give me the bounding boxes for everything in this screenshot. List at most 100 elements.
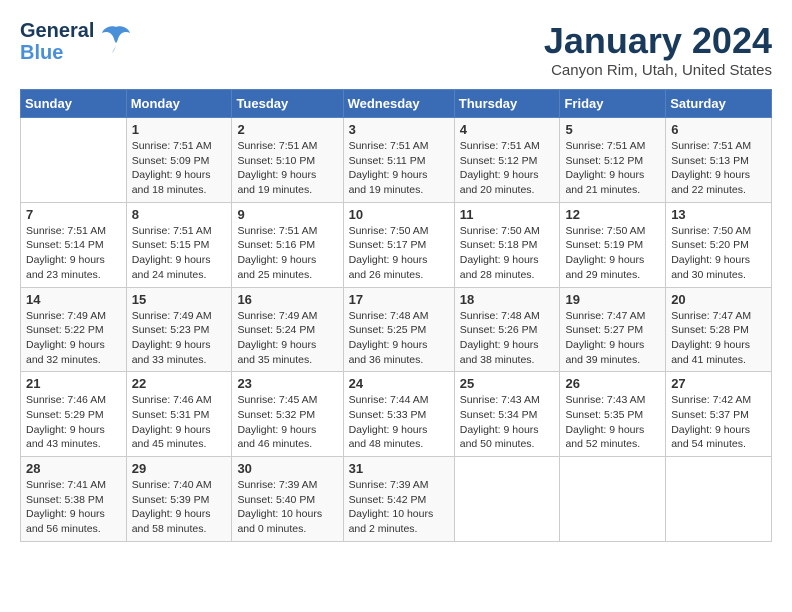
week-row-5: 28 Sunrise: 7:41 AM Sunset: 5:38 PM Dayli…: [21, 457, 772, 542]
day-info: Sunrise: 7:41 AM Sunset: 5:38 PM Dayligh…: [26, 478, 121, 537]
day-number: 2: [237, 122, 337, 137]
day-info: Sunrise: 7:42 AM Sunset: 5:37 PM Dayligh…: [671, 393, 766, 452]
day-number: 21: [26, 376, 121, 391]
day-info: Sunrise: 7:44 AM Sunset: 5:33 PM Dayligh…: [349, 393, 449, 452]
day-info: Sunrise: 7:47 AM Sunset: 5:28 PM Dayligh…: [671, 309, 766, 368]
day-info: Sunrise: 7:43 AM Sunset: 5:35 PM Dayligh…: [565, 393, 660, 452]
day-number: 12: [565, 207, 660, 222]
logo-bird-icon: [98, 19, 134, 62]
calendar-cell: 11 Sunrise: 7:50 AM Sunset: 5:18 PM Dayli…: [454, 202, 560, 287]
day-number: 27: [671, 376, 766, 391]
header-cell-wednesday: Wednesday: [343, 90, 454, 118]
day-number: 15: [132, 292, 227, 307]
day-number: 23: [237, 376, 337, 391]
day-info: Sunrise: 7:51 AM Sunset: 5:10 PM Dayligh…: [237, 139, 337, 198]
header-cell-saturday: Saturday: [666, 90, 772, 118]
day-number: 29: [132, 461, 227, 476]
calendar-cell: 7 Sunrise: 7:51 AM Sunset: 5:14 PM Daylig…: [21, 202, 127, 287]
day-number: 31: [349, 461, 449, 476]
calendar-cell: 21 Sunrise: 7:46 AM Sunset: 5:29 PM Dayli…: [21, 372, 127, 457]
title-block: January 2024 Canyon Rim, Utah, United St…: [544, 20, 772, 79]
day-info: Sunrise: 7:49 AM Sunset: 5:23 PM Dayligh…: [132, 309, 227, 368]
week-row-4: 21 Sunrise: 7:46 AM Sunset: 5:29 PM Dayli…: [21, 372, 772, 457]
day-number: 6: [671, 122, 766, 137]
day-info: Sunrise: 7:48 AM Sunset: 5:25 PM Dayligh…: [349, 309, 449, 368]
calendar-cell: 12 Sunrise: 7:50 AM Sunset: 5:19 PM Dayli…: [560, 202, 666, 287]
day-number: 11: [460, 207, 555, 222]
day-info: Sunrise: 7:50 AM Sunset: 5:20 PM Dayligh…: [671, 224, 766, 283]
calendar-subtitle: Canyon Rim, Utah, United States: [544, 62, 772, 79]
day-info: Sunrise: 7:45 AM Sunset: 5:32 PM Dayligh…: [237, 393, 337, 452]
calendar-cell: 20 Sunrise: 7:47 AM Sunset: 5:28 PM Dayli…: [666, 287, 772, 372]
day-info: Sunrise: 7:50 AM Sunset: 5:17 PM Dayligh…: [349, 224, 449, 283]
day-info: Sunrise: 7:50 AM Sunset: 5:19 PM Dayligh…: [565, 224, 660, 283]
calendar-cell: 17Sunrise: 7:48 AM Sunset: 5:25 PM Dayli…: [343, 287, 454, 372]
day-info: Sunrise: 7:47 AM Sunset: 5:27 PM Dayligh…: [565, 309, 660, 368]
header-row: SundayMondayTuesdayWednesdayThursdayFrid…: [21, 90, 772, 118]
day-info: Sunrise: 7:51 AM Sunset: 5:12 PM Dayligh…: [460, 139, 555, 198]
day-number: 28: [26, 461, 121, 476]
header-cell-sunday: Sunday: [21, 90, 127, 118]
day-number: 9: [237, 207, 337, 222]
header-cell-thursday: Thursday: [454, 90, 560, 118]
day-number: 24: [349, 376, 449, 391]
day-number: 3: [349, 122, 449, 137]
calendar-cell: 25 Sunrise: 7:43 AM Sunset: 5:34 PM Dayli…: [454, 372, 560, 457]
calendar-cell: 8Sunrise: 7:51 AM Sunset: 5:15 PM Daylig…: [126, 202, 232, 287]
calendar-cell: 4 Sunrise: 7:51 AM Sunset: 5:12 PM Daylig…: [454, 118, 560, 203]
header-cell-friday: Friday: [560, 90, 666, 118]
day-info: Sunrise: 7:40 AM Sunset: 5:39 PM Dayligh…: [132, 478, 227, 537]
calendar-cell: 10 Sunrise: 7:50 AM Sunset: 5:17 PM Dayli…: [343, 202, 454, 287]
day-number: 22: [132, 376, 227, 391]
calendar-header: SundayMondayTuesdayWednesdayThursdayFrid…: [21, 90, 772, 118]
day-info: Sunrise: 7:49 AM Sunset: 5:24 PM Dayligh…: [237, 309, 337, 368]
day-number: 13: [671, 207, 766, 222]
day-info: Sunrise: 7:51 AM Sunset: 5:11 PM Dayligh…: [349, 139, 449, 198]
day-number: 5: [565, 122, 660, 137]
day-info: Sunrise: 7:51 AM Sunset: 5:16 PM Dayligh…: [237, 224, 337, 283]
day-info: Sunrise: 7:51 AM Sunset: 5:12 PM Dayligh…: [565, 139, 660, 198]
calendar-table: SundayMondayTuesdayWednesdayThursdayFrid…: [20, 89, 772, 542]
calendar-cell: 19Sunrise: 7:47 AM Sunset: 5:27 PM Dayli…: [560, 287, 666, 372]
day-number: 20: [671, 292, 766, 307]
page-header: General Blue January 2024 Canyon Rim, Ut…: [20, 20, 772, 79]
day-number: 4: [460, 122, 555, 137]
day-number: 14: [26, 292, 121, 307]
day-info: Sunrise: 7:39 AM Sunset: 5:40 PM Dayligh…: [237, 478, 337, 537]
day-info: Sunrise: 7:39 AM Sunset: 5:42 PM Dayligh…: [349, 478, 449, 537]
calendar-cell: 2 Sunrise: 7:51 AM Sunset: 5:10 PM Daylig…: [232, 118, 343, 203]
calendar-cell: 23 Sunrise: 7:45 AM Sunset: 5:32 PM Dayli…: [232, 372, 343, 457]
logo-text: General Blue: [20, 20, 94, 64]
day-info: Sunrise: 7:50 AM Sunset: 5:18 PM Dayligh…: [460, 224, 555, 283]
day-info: Sunrise: 7:46 AM Sunset: 5:29 PM Dayligh…: [26, 393, 121, 452]
calendar-cell: 15 Sunrise: 7:49 AM Sunset: 5:23 PM Dayli…: [126, 287, 232, 372]
day-number: 25: [460, 376, 555, 391]
day-number: 16: [237, 292, 337, 307]
calendar-cell: 14 Sunrise: 7:49 AM Sunset: 5:22 PM Dayli…: [21, 287, 127, 372]
calendar-cell: 22Sunrise: 7:46 AM Sunset: 5:31 PM Dayli…: [126, 372, 232, 457]
calendar-cell: 31 Sunrise: 7:39 AM Sunset: 5:42 PM Dayli…: [343, 457, 454, 542]
day-info: Sunrise: 7:51 AM Sunset: 5:15 PM Dayligh…: [132, 224, 227, 283]
week-row-1: 1 Sunrise: 7:51 AM Sunset: 5:09 PM Daylig…: [21, 118, 772, 203]
calendar-cell: 24 Sunrise: 7:44 AM Sunset: 5:33 PM Dayli…: [343, 372, 454, 457]
calendar-cell: [454, 457, 560, 542]
day-number: 7: [26, 207, 121, 222]
calendar-cell: 30Sunrise: 7:39 AM Sunset: 5:40 PM Dayli…: [232, 457, 343, 542]
day-number: 10: [349, 207, 449, 222]
day-info: Sunrise: 7:48 AM Sunset: 5:26 PM Dayligh…: [460, 309, 555, 368]
day-number: 1: [132, 122, 227, 137]
calendar-cell: 1 Sunrise: 7:51 AM Sunset: 5:09 PM Daylig…: [126, 118, 232, 203]
day-info: Sunrise: 7:51 AM Sunset: 5:14 PM Dayligh…: [26, 224, 121, 283]
day-info: Sunrise: 7:43 AM Sunset: 5:34 PM Dayligh…: [460, 393, 555, 452]
day-info: Sunrise: 7:51 AM Sunset: 5:09 PM Dayligh…: [132, 139, 227, 198]
day-info: Sunrise: 7:49 AM Sunset: 5:22 PM Dayligh…: [26, 309, 121, 368]
calendar-cell: 29 Sunrise: 7:40 AM Sunset: 5:39 PM Dayli…: [126, 457, 232, 542]
calendar-cell: 5 Sunrise: 7:51 AM Sunset: 5:12 PM Daylig…: [560, 118, 666, 203]
calendar-cell: 9 Sunrise: 7:51 AM Sunset: 5:16 PM Daylig…: [232, 202, 343, 287]
day-info: Sunrise: 7:51 AM Sunset: 5:13 PM Dayligh…: [671, 139, 766, 198]
logo: General Blue: [20, 20, 134, 64]
calendar-cell: 6 Sunrise: 7:51 AM Sunset: 5:13 PM Daylig…: [666, 118, 772, 203]
calendar-cell: [560, 457, 666, 542]
header-cell-monday: Monday: [126, 90, 232, 118]
calendar-cell: 27 Sunrise: 7:42 AM Sunset: 5:37 PM Dayli…: [666, 372, 772, 457]
